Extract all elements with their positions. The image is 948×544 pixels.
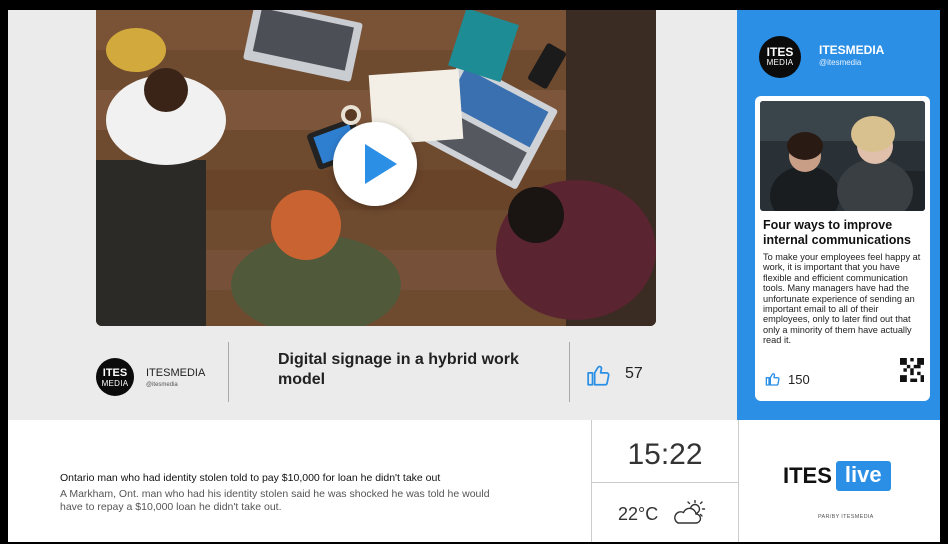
video-player[interactable] bbox=[96, 10, 656, 326]
social-account-name: ITESMEDIA bbox=[819, 43, 885, 57]
clock-time: 15:22 bbox=[627, 438, 703, 471]
social-post-card[interactable]: Four ways to improve internal communicat… bbox=[755, 96, 930, 401]
signage-screen: ITES MEDIA ITESMEDIA @itesmedia Digital … bbox=[8, 10, 940, 542]
channel-handle: @itesmedia bbox=[146, 382, 178, 388]
news-headline: Ontario man who had identity stolen told… bbox=[60, 472, 441, 484]
partly-cloudy-icon bbox=[674, 500, 706, 524]
thumbs-up-icon bbox=[765, 373, 780, 386]
thumbs-up-icon bbox=[587, 365, 610, 386]
play-button[interactable] bbox=[333, 122, 417, 206]
divider bbox=[569, 342, 570, 402]
post-title: Four ways to improve internal communicat… bbox=[763, 218, 911, 247]
divider bbox=[738, 420, 739, 542]
video-title: Digital signage in a hybrid work model bbox=[278, 351, 519, 388]
temperature: 22°C bbox=[618, 504, 659, 524]
channel-name: ITESMEDIA bbox=[146, 367, 206, 379]
play-icon bbox=[365, 144, 397, 184]
social-panel: ITES MEDIA ITESMEDIA @itesmedia Four way… bbox=[737, 10, 940, 420]
post-body: To make your employees feel happy at wor… bbox=[763, 252, 921, 346]
video-like-count: 57 bbox=[625, 365, 643, 382]
ites-live-logo: ITES live bbox=[783, 461, 891, 491]
channel-logo: ITES MEDIA bbox=[96, 358, 134, 396]
qr-code-icon[interactable] bbox=[900, 358, 924, 382]
divider bbox=[591, 482, 738, 483]
post-like-count: 150 bbox=[788, 372, 810, 387]
social-account-logo: ITES MEDIA bbox=[759, 36, 801, 78]
social-account-handle: @itesmedia bbox=[819, 58, 862, 67]
news-summary: A Markham, Ont. man who had his identity… bbox=[60, 488, 490, 513]
brand-tagline: PAR/BY ITESMEDIA bbox=[818, 514, 874, 520]
divider bbox=[228, 342, 229, 402]
post-image bbox=[760, 101, 925, 211]
bottom-bar: Ontario man who had identity stolen told… bbox=[8, 420, 940, 542]
